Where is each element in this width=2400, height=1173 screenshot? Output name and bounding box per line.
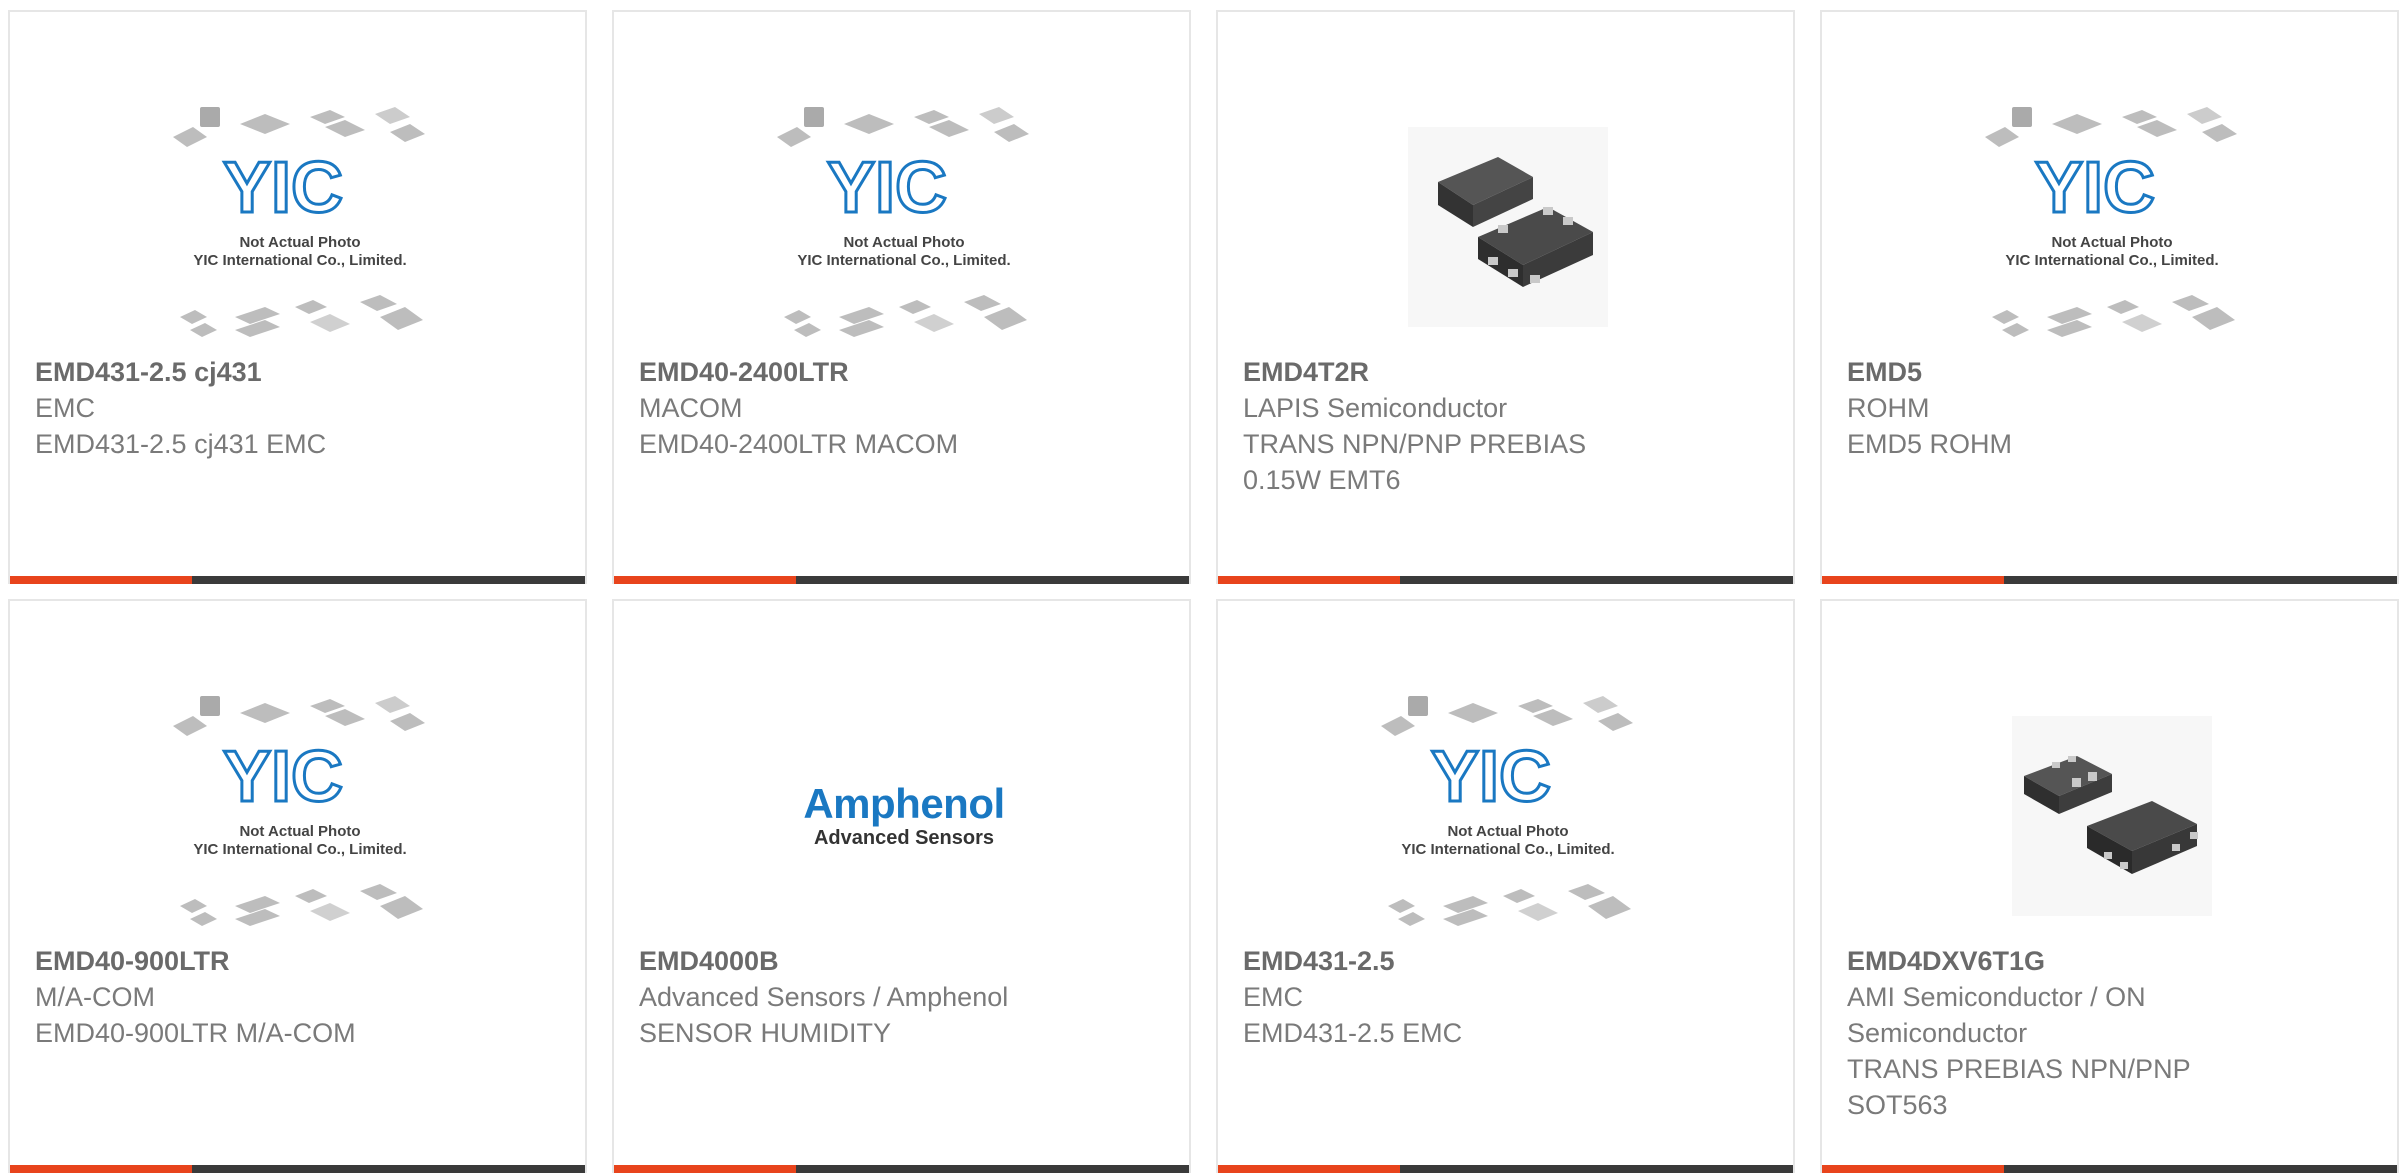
product-image-placeholder: YIC Not Actual Photo YIC International C… [754, 92, 1054, 362]
product-description: EMD40-900LTR M/A-COM [35, 1018, 356, 1048]
product-info: EMD40-2400LTR MACOM EMD40-2400LTR MACOM [639, 354, 1169, 462]
card-bar [10, 1165, 585, 1173]
card-bar [614, 1165, 1189, 1173]
product-manufacturer: EMC [1243, 982, 1303, 1012]
card-bar [1218, 576, 1793, 584]
product-description: TRANS PREBIAS NPN/PNP [1847, 1054, 2191, 1084]
svg-text:YIC: YIC [223, 148, 343, 228]
product-card[interactable]: EMD4DXV6T1G AMI Semiconductor / ON Semic… [1820, 599, 2399, 1173]
part-number[interactable]: EMD40-900LTR [35, 943, 565, 979]
placeholder-line1: Not Actual Photo [239, 823, 360, 840]
amphenol-sub: Advanced Sensors [813, 827, 995, 849]
product-card[interactable]: YIC Not Actual Photo YIC International C… [612, 10, 1191, 584]
product-manufacturer: ROHM [1847, 393, 1930, 423]
product-manufacturer: AMI Semiconductor / ON [1847, 982, 2146, 1012]
product-manufacturer: M/A-COM [35, 982, 155, 1012]
product-card[interactable]: Amphenol Advanced Sensors EMD4000B Advan… [612, 599, 1191, 1173]
chip-emt6-image [1358, 92, 1658, 362]
product-card[interactable]: YIC Not Actual Photo YIC International C… [1820, 10, 2399, 584]
product-description: SENSOR HUMIDITY [639, 1018, 892, 1048]
product-grid: YIC Not Actual Photo YIC International C… [0, 0, 2400, 1173]
card-bar [10, 576, 585, 584]
placeholder-line1: Not Actual Photo [239, 234, 360, 251]
product-info: EMD431-2.5 EMC EMD431-2.5 EMC [1243, 943, 1773, 1051]
product-description: EMD431-2.5 cj431 EMC [35, 429, 327, 459]
part-number[interactable]: EMD431-2.5 [1243, 943, 1773, 979]
product-info: EMD4T2R LAPIS Semiconductor TRANS NPN/PN… [1243, 354, 1773, 498]
placeholder-line2: YIC International Co., Limited. [1401, 841, 1614, 858]
product-manufacturer: EMC [35, 393, 95, 423]
product-info: EMD4DXV6T1G AMI Semiconductor / ON Semic… [1847, 943, 2377, 1123]
product-card[interactable]: YIC Not Actual Photo YIC International C… [1216, 599, 1795, 1173]
product-description: EMD5 ROHM [1847, 429, 2013, 459]
product-description: TRANS NPN/PNP PREBIAS [1243, 429, 1587, 459]
placeholder-line1: Not Actual Photo [843, 234, 964, 251]
placeholder-line2: YIC International Co., Limited. [2005, 252, 2218, 269]
product-image-placeholder: YIC Not Actual Photo YIC International C… [1358, 681, 1658, 951]
product-card[interactable]: EMD4T2R LAPIS Semiconductor TRANS NPN/PN… [1216, 10, 1795, 584]
card-bar [1218, 1165, 1793, 1173]
part-number[interactable]: EMD4T2R [1243, 354, 1773, 390]
svg-text:YIC: YIC [2035, 148, 2155, 228]
svg-text:YIC: YIC [1431, 737, 1551, 817]
product-info: EMD5 ROHM EMD5 ROHM [1847, 354, 2377, 462]
chip-sot563-image [1962, 681, 2262, 951]
part-number[interactable]: EMD5 [1847, 354, 2377, 390]
svg-text:YIC: YIC [827, 148, 947, 228]
placeholder-line2: YIC International Co., Limited. [193, 841, 406, 858]
card-bar [1822, 1165, 2397, 1173]
product-manufacturer: Advanced Sensors / Amphenol [639, 982, 1009, 1012]
product-description: 0.15W EMT6 [1243, 465, 1401, 495]
part-number[interactable]: EMD4DXV6T1G [1847, 943, 2377, 979]
product-info: EMD431-2.5 cj431 EMC EMD431-2.5 cj431 EM… [35, 354, 565, 462]
product-image-placeholder: YIC Not Actual Photo YIC International C… [150, 92, 450, 362]
card-bar [614, 576, 1189, 584]
product-card[interactable]: YIC Not Actual Photo YIC International C… [8, 599, 587, 1173]
placeholder-line1: Not Actual Photo [1447, 823, 1568, 840]
part-number[interactable]: EMD4000B [639, 943, 1169, 979]
card-bar [1822, 576, 2397, 584]
product-description: EMD431-2.5 EMC [1243, 1018, 1463, 1048]
product-image-placeholder: YIC Not Actual Photo YIC International C… [150, 681, 450, 951]
product-image-placeholder: YIC Not Actual Photo YIC International C… [1962, 92, 2262, 362]
part-number[interactable]: EMD431-2.5 cj431 [35, 354, 565, 390]
product-description: SOT563 [1847, 1090, 1948, 1120]
product-manufacturer: LAPIS Semiconductor [1243, 393, 1508, 423]
placeholder-line2: YIC International Co., Limited. [193, 252, 406, 269]
amphenol-logo: Amphenol Advanced Sensors [754, 681, 1054, 951]
product-card[interactable]: YIC Not Actual Photo YIC International C… [8, 10, 587, 584]
part-number[interactable]: EMD40-2400LTR [639, 354, 1169, 390]
product-manufacturer: Semiconductor [1847, 1018, 2028, 1048]
svg-text:YIC: YIC [223, 737, 343, 817]
placeholder-line2: YIC International Co., Limited. [797, 252, 1010, 269]
placeholder-line1: Not Actual Photo [2051, 234, 2172, 251]
product-manufacturer: MACOM [639, 393, 743, 423]
product-info: EMD40-900LTR M/A-COM EMD40-900LTR M/A-CO… [35, 943, 565, 1051]
product-description: EMD40-2400LTR MACOM [639, 429, 959, 459]
product-info: EMD4000B Advanced Sensors / Amphenol SEN… [639, 943, 1169, 1051]
amphenol-brand: Amphenol [803, 780, 1005, 827]
